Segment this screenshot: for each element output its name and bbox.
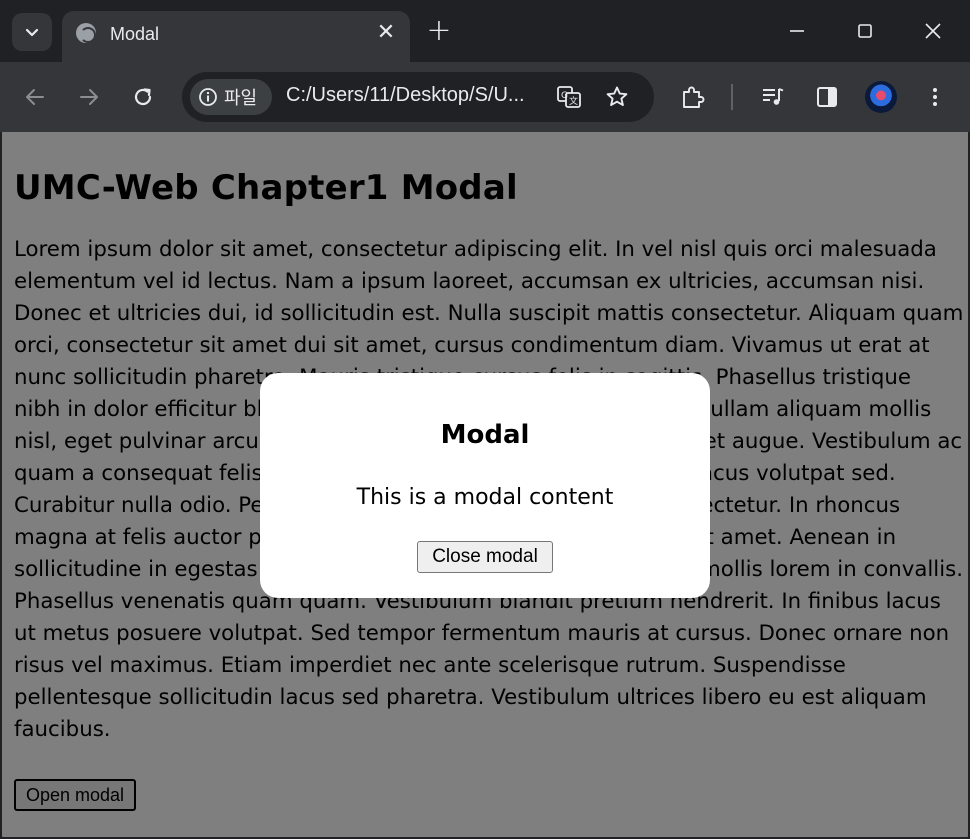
toolbar-divider: [731, 84, 733, 110]
tab-title: Modal: [110, 24, 160, 44]
tab-close-icon[interactable]: ✕: [374, 21, 398, 45]
back-button[interactable]: [20, 82, 50, 112]
puzzle-icon: [683, 86, 705, 108]
new-tab-button[interactable]: +: [424, 16, 454, 47]
more-vertical-icon: [933, 88, 937, 106]
close-modal-button[interactable]: Close modal: [417, 541, 553, 573]
browser-window: Modal ✕ + 파일 C:/Users/11/Desktop/S/U... …: [0, 0, 970, 839]
translate-icon: G文: [557, 86, 581, 108]
arrow-right-icon: [80, 89, 98, 105]
svg-text:G: G: [561, 91, 568, 101]
modal-content-text: This is a modal content: [356, 485, 614, 510]
extensions-button[interactable]: [678, 82, 708, 112]
forward-button[interactable]: [74, 82, 104, 112]
modal-title: Modal: [440, 420, 530, 450]
url-text[interactable]: C:/Users/11/Desktop/S/U...: [286, 84, 525, 107]
tab-search-button[interactable]: [12, 13, 52, 51]
close-icon: [925, 23, 941, 39]
site-info-chip[interactable]: 파일: [190, 79, 272, 115]
svg-text:文: 文: [569, 95, 578, 107]
media-control-button[interactable]: [758, 82, 788, 112]
tab-active[interactable]: Modal ✕: [62, 11, 410, 62]
tab-strip: Modal ✕ +: [0, 0, 970, 62]
reload-button[interactable]: [128, 82, 158, 112]
chevron-down-icon: [25, 28, 39, 37]
side-panel-icon: [817, 87, 837, 107]
maximize-button[interactable]: [848, 16, 882, 46]
info-icon: [199, 88, 217, 106]
translate-button[interactable]: G文: [554, 82, 584, 112]
address-bar[interactable]: 파일 C:/Users/11/Desktop/S/U... G文: [182, 72, 654, 122]
page-viewport: UMC-Web Chapter1 Modal Lorem ipsum dolor…: [2, 132, 968, 837]
modal-dialog: Modal This is a modal content Close moda…: [260, 373, 710, 598]
bookmark-button[interactable]: [602, 82, 632, 112]
profile-avatar[interactable]: [865, 81, 897, 113]
maximize-icon: [858, 24, 872, 38]
arrow-left-icon: [26, 89, 44, 105]
menu-button[interactable]: [920, 82, 950, 112]
globe-icon: [76, 23, 96, 43]
browser-toolbar: 파일 C:/Users/11/Desktop/S/U... G文: [0, 62, 970, 132]
minimize-icon: [790, 30, 804, 32]
side-panel-button[interactable]: [812, 82, 842, 112]
reload-icon: [134, 88, 152, 106]
star-icon: [606, 86, 628, 107]
playlist-music-icon: [763, 88, 784, 105]
site-info-label: 파일: [224, 88, 258, 109]
minimize-button[interactable]: [780, 16, 814, 46]
close-window-button[interactable]: [916, 16, 950, 46]
